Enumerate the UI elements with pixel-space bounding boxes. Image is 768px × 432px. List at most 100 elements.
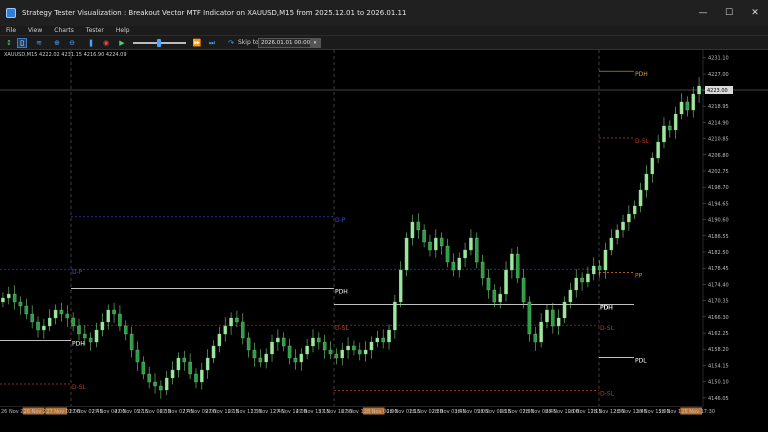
menu-charts[interactable]: Charts [48, 26, 80, 36]
zoom-out-icon[interactable]: ⊖ [67, 38, 77, 48]
candle-body [592, 265, 596, 275]
candle-body [650, 157, 655, 175]
candle-body [24, 305, 29, 315]
pdh-level-right-2-label: PDH [600, 304, 613, 311]
candle-body [632, 205, 637, 215]
minimize-icon[interactable]: — [690, 0, 716, 26]
price-tick-label: 4158.20 [708, 347, 729, 353]
price-tick-label: 4214.90 [708, 120, 729, 126]
candle-body [328, 349, 333, 355]
speed-slider-thumb[interactable] [157, 39, 161, 47]
pdh-level-label: PDH [72, 340, 85, 347]
price-tick-label: 4206.80 [708, 153, 729, 159]
toolbar: ↕ ▯ ≋ ⊕ ⊖ ❚ ◉ ▶ ⏩ ⏭ ↷ Skip to 2026.01.01… [0, 36, 768, 50]
candle-body [322, 341, 327, 351]
candle-body [457, 257, 461, 271]
strategy-tester-window: Strategy Tester Visualization : Breakout… [0, 0, 768, 432]
candle-body [246, 337, 251, 351]
candle-body [416, 221, 421, 231]
candlestick-icon[interactable]: ▯ [17, 38, 27, 48]
close-icon[interactable]: ✕ [742, 0, 768, 26]
stop-icon[interactable]: ◉ [101, 38, 111, 48]
candle-body [504, 269, 508, 295]
candle-body [398, 269, 403, 303]
current-price-label: 4223.00 [707, 88, 728, 94]
candle-body [685, 101, 690, 111]
candle-body [381, 337, 385, 343]
pause-icon[interactable]: ❚ [86, 38, 96, 48]
candle-body [258, 357, 263, 363]
candle-body [217, 333, 222, 347]
pdh-level-mid-label: PDH [335, 288, 348, 295]
price-tick-label: 4198.70 [708, 185, 729, 191]
candle-body [7, 293, 11, 299]
candle-body [170, 369, 175, 379]
candle-body [252, 349, 257, 359]
maximize-icon[interactable]: ☐ [716, 0, 742, 26]
candle-body [77, 325, 81, 335]
candle-body [369, 341, 374, 351]
d-sl-level-mid-label: D-SL [335, 325, 350, 332]
candle-body [235, 317, 239, 323]
candle-body [59, 309, 64, 315]
candle-body [393, 301, 397, 331]
step-forward-icon[interactable]: ⏭ [207, 38, 217, 48]
bar-chart-icon[interactable]: ↕ [4, 38, 14, 48]
candle-body [439, 237, 444, 247]
candle-body [644, 173, 649, 191]
chart-canvas[interactable]: 4231.104227.004222.904218.954214.904210.… [0, 50, 768, 432]
candle-body [264, 353, 268, 363]
candle-body [83, 333, 87, 339]
candle-body [352, 345, 356, 351]
skip-to-icon[interactable]: ↷ [226, 38, 236, 48]
candle-body [147, 373, 151, 383]
d-sl-level-right-label: D-SL [600, 325, 615, 332]
candle-body [135, 349, 140, 363]
menu-view[interactable]: View [22, 26, 48, 36]
candle-body [434, 237, 438, 251]
candle-body [627, 213, 631, 223]
candle-body [387, 329, 391, 343]
candle-body [287, 345, 292, 359]
candle-body [521, 277, 526, 303]
candle-body [305, 345, 309, 355]
candle-body [200, 369, 204, 383]
candle-body [580, 277, 584, 283]
play-icon[interactable]: ▶ [117, 38, 127, 48]
zoom-in-icon[interactable]: ⊕ [52, 38, 62, 48]
d-sl-level-low-label: D-SL [600, 390, 615, 397]
candle-body [141, 361, 146, 375]
menu-file[interactable]: File [0, 26, 22, 36]
candle-body [30, 313, 34, 323]
candle-body [662, 125, 666, 143]
candle-body [515, 253, 520, 279]
candle-body [562, 301, 567, 319]
line-chart-icon[interactable]: ≋ [34, 38, 44, 48]
menu-tester[interactable]: Tester [80, 26, 110, 36]
calendar-dropdown-icon[interactable]: ▾ [310, 39, 320, 47]
candle-body [124, 325, 128, 335]
candle-body [229, 317, 233, 327]
skip-to-date-field[interactable]: 2026.01.01 00:00 ▾ [258, 38, 321, 48]
candle-body [428, 241, 432, 251]
window-title: Strategy Tester Visualization : Breakout… [22, 9, 407, 17]
candle-body [42, 325, 46, 331]
menu-bar: File View Charts Tester Help [0, 26, 768, 36]
candle-body [697, 85, 701, 95]
candle-body [603, 249, 608, 271]
price-chart[interactable]: 4231.104227.004222.904218.954214.904210.… [0, 50, 768, 432]
candle-body [112, 309, 116, 315]
candle-body [551, 309, 555, 327]
pdl-level-right-label: PDL [635, 358, 647, 365]
fast-forward-icon[interactable]: ⏩ [192, 38, 202, 48]
price-tick-label: 4194.65 [708, 201, 729, 207]
candle-body [533, 333, 538, 343]
d-sl-level-top-label: D-SL [635, 138, 650, 145]
candle-body [469, 237, 473, 251]
candle-body [410, 221, 415, 239]
candle-body [159, 385, 163, 391]
price-tick-label: 4146.05 [708, 396, 729, 402]
candle-body [340, 349, 344, 359]
candle-body [94, 329, 99, 343]
menu-help[interactable]: Help [110, 26, 136, 36]
